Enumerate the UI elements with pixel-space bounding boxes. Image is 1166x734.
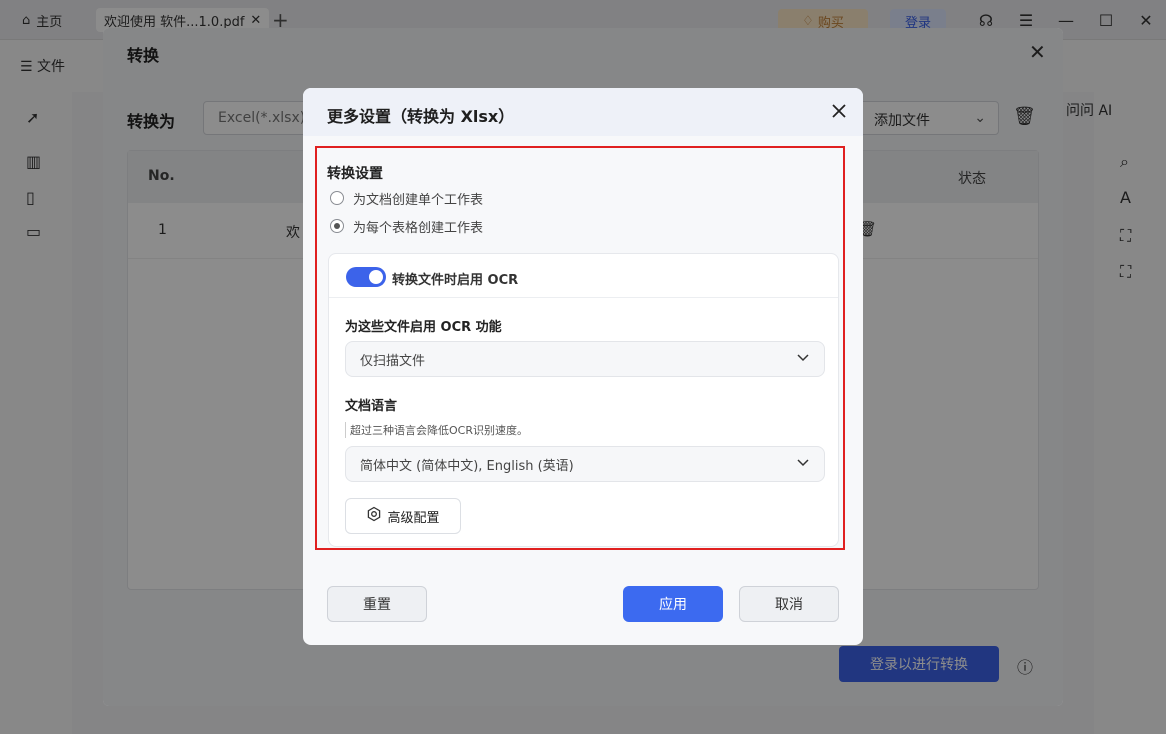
close-icon[interactable] [829,101,849,121]
advanced-config-label: 高级配置 [387,510,440,526]
reset-button[interactable]: 重置 [327,586,427,622]
ocr-scope-select[interactable]: 仅扫描文件 [345,341,825,377]
document-language-label: 文档语言 [345,399,398,414]
radio-single-sheet[interactable]: 为文档创建单个工作表 [330,188,483,208]
dialog-header: 更多设置（转换为 Xlsx） [303,88,863,136]
advanced-config-button[interactable]: 高级配置 [345,498,461,534]
document-language-select[interactable]: 简体中文 (简体中文), English (英语) [345,446,825,482]
ocr-card-header: 转换文件时启用 OCR [329,254,838,298]
radio-label: 为文档创建单个工作表 [353,192,484,208]
ocr-toggle-label: 转换文件时启用 OCR [392,273,519,288]
radio-label: 为每个表格创建工作表 [353,220,484,236]
ocr-scope-label: 为这些文件启用 OCR 功能 [345,320,502,335]
ocr-settings-card: 转换文件时启用 OCR 为这些文件启用 OCR 功能 仅扫描文件 文档语言 超过… [328,253,839,547]
radio-button-checked[interactable] [330,219,344,233]
dialog-title: 更多设置（转换为 Xlsx） [327,107,515,126]
chevron-down-icon [796,350,810,368]
settings-hexagon-icon [366,506,382,526]
cancel-button[interactable]: 取消 [739,586,839,622]
chevron-down-icon [796,455,810,473]
ocr-scope-value: 仅扫描文件 [360,353,426,369]
language-hint: 超过三种语言会降低OCR识别速度。 [345,422,528,438]
radio-button[interactable] [330,191,344,205]
apply-button[interactable]: 应用 [623,586,723,622]
radio-sheet-per-table[interactable]: 为每个表格创建工作表 [330,216,483,236]
conversion-settings-title: 转换设置 [327,166,383,182]
more-settings-dialog: 更多设置（转换为 Xlsx） 转换设置 为文档创建单个工作表 为每个表格创建工作… [303,88,863,645]
document-language-value: 简体中文 (简体中文), English (英语) [360,458,574,474]
ocr-toggle[interactable] [346,267,386,287]
